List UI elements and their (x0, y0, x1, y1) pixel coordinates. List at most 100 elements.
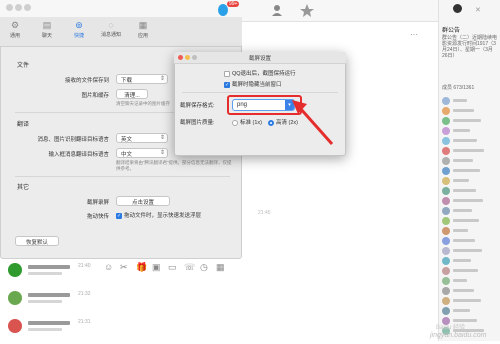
scissors-icon[interactable]: ✂ (120, 262, 128, 273)
tab-shortcut[interactable]: ⊚ 快捷 (64, 20, 94, 39)
member-row[interactable] (442, 196, 498, 206)
avatar (442, 297, 450, 305)
member-row[interactable] (442, 136, 498, 146)
member-name (453, 199, 483, 202)
member-name (453, 249, 482, 252)
close-icon[interactable]: ✕ (475, 6, 481, 14)
avatar[interactable] (453, 4, 462, 13)
member-row[interactable] (442, 296, 498, 306)
member-name (453, 149, 484, 152)
grid-icon[interactable]: ▦ (216, 262, 225, 273)
gift-icon[interactable]: 🎁 (136, 262, 147, 273)
more-icon[interactable]: ⋯ (410, 30, 418, 39)
drag-label: 拖动快传 (86, 214, 109, 220)
radio-icon (232, 119, 238, 126)
format-label: 截屏保存格式: (180, 103, 215, 109)
divider (15, 176, 230, 177)
translate-target-select[interactable]: 英文 ⇕ (116, 133, 168, 143)
timestamp: 21:45 (258, 210, 271, 216)
phone-icon[interactable]: ☏ (184, 262, 195, 273)
hide-qq-checkbox[interactable]: QQ退出后，截图保持运行 (224, 69, 296, 77)
member-row[interactable] (442, 256, 498, 266)
screenshot-settings-button[interactable]: 点击设置 (116, 196, 170, 206)
apps-icon: ▦ (138, 20, 148, 30)
avatar (8, 319, 22, 333)
tab-general[interactable]: ⚙ 通用 (0, 20, 30, 39)
tab-apps[interactable]: ▦ 应用 (128, 20, 158, 39)
list-item[interactable]: 21:40 (0, 260, 100, 288)
zoom-icon[interactable] (192, 55, 197, 60)
member-row[interactable] (442, 276, 498, 286)
restore-defaults-button[interactable]: 恢复默认 (15, 236, 59, 246)
clock-icon[interactable]: ◷ (200, 262, 208, 273)
divider (182, 92, 338, 93)
member-row[interactable] (442, 216, 498, 226)
member-name (453, 159, 473, 162)
member-row[interactable] (442, 166, 498, 176)
notice-text: 群公告（二）近期陆续电影资源发行时间1917（3月24日）、星期一（3月26日） (442, 35, 498, 59)
quality-standard-label: 标准 (1x) (240, 120, 263, 126)
emoji-icon[interactable]: ☺ (104, 262, 113, 272)
drag-checkbox[interactable]: 拖动文件时，显示快速发送浮层 (116, 211, 201, 219)
member-row[interactable] (442, 246, 498, 256)
member-row[interactable] (442, 126, 498, 136)
member-row[interactable] (442, 186, 498, 196)
minimize-icon[interactable] (185, 55, 190, 60)
gear-icon: ⚙ (10, 20, 20, 30)
list-item[interactable]: 21:32 (0, 288, 100, 316)
star-icon[interactable] (300, 3, 314, 17)
avatar (442, 277, 450, 285)
chat-name (28, 293, 70, 297)
member-row[interactable] (442, 236, 498, 246)
folder-icon[interactable]: ▭ (168, 262, 177, 273)
member-name (453, 229, 468, 232)
member-row[interactable] (442, 286, 498, 296)
member-name (453, 259, 471, 262)
hide-window-checkbox[interactable]: 截屏时隐藏当前窗口 (224, 80, 282, 88)
bubble-icon: ◌ (108, 20, 114, 30)
quality-standard-radio[interactable]: 标准 (1x) (232, 118, 262, 126)
close-icon[interactable] (178, 55, 183, 60)
member-name (453, 109, 474, 112)
member-name (453, 209, 472, 212)
save-location-value: 下载 (121, 78, 133, 84)
tab-label: 消息通知 (100, 32, 121, 38)
contacts-icon[interactable] (270, 3, 284, 17)
input-translate-select[interactable]: 中文 ⇕ (116, 148, 168, 158)
member-name (453, 219, 479, 222)
member-row[interactable] (442, 266, 498, 276)
member-row[interactable] (442, 156, 498, 166)
chat-name (28, 321, 70, 325)
member-row[interactable] (442, 206, 498, 216)
save-location-select[interactable]: 下载 ⇕ (116, 74, 168, 84)
list-item[interactable]: 21:31 (0, 316, 100, 344)
translate-target-label: 消息、图片识别翻译目标语言 (37, 137, 109, 143)
avatar (442, 247, 450, 255)
member-name (453, 139, 477, 142)
member-row[interactable] (442, 176, 498, 186)
member-row[interactable] (442, 146, 498, 156)
member-name (453, 179, 469, 182)
image-icon[interactable]: ▣ (152, 262, 161, 273)
member-name (453, 239, 475, 242)
tab-chat[interactable]: ▤ 聊天 (32, 20, 62, 39)
translate-hint: 翻译结果将由“腾讯翻译君”提供。部分信息无法翻译，仅提供参考。 (116, 160, 232, 171)
avatar (442, 177, 450, 185)
member-name (453, 129, 470, 132)
chat-time: 21:32 (78, 291, 91, 297)
group-notice: 群公告 群公告（二）近期陆续电影资源发行时间1917（3月24日）、星期一（3月… (442, 28, 498, 59)
chevron-down-icon: ⇕ (159, 76, 165, 82)
member-row[interactable] (442, 306, 498, 316)
member-name (453, 279, 467, 282)
save-location-label: 接收的文件保存到 (64, 78, 109, 84)
tab-notifications[interactable]: ◌ 消息通知 (96, 20, 126, 38)
section-files: 文件 (17, 63, 30, 69)
member-row[interactable] (442, 116, 498, 126)
member-row[interactable] (442, 96, 498, 106)
member-name (453, 189, 476, 192)
hide-qq-label: QQ退出后，截图保持运行 (232, 71, 296, 77)
member-row[interactable] (442, 106, 498, 116)
unread-badge: 99+ (227, 1, 240, 7)
clean-button[interactable]: 清理... (116, 89, 148, 99)
member-row[interactable] (442, 226, 498, 236)
